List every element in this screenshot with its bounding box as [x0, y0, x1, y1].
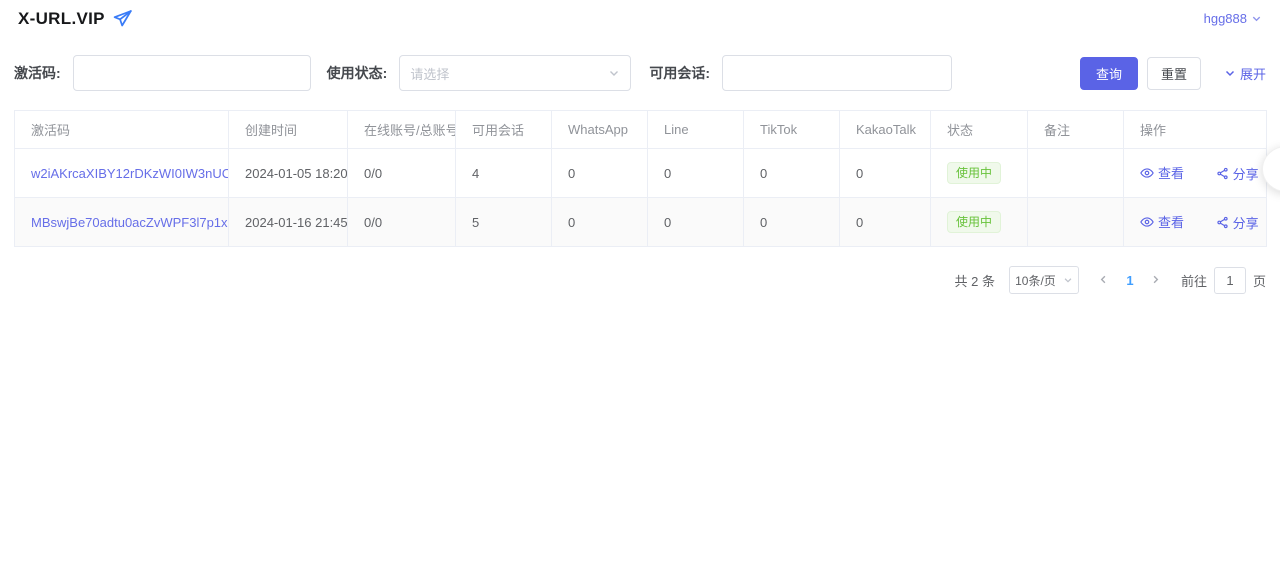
brand-logo: X-URL.VIP	[18, 8, 133, 29]
line-value: 0	[648, 198, 744, 247]
goto-page-input[interactable]	[1214, 267, 1246, 294]
goto-label: 前往	[1181, 271, 1207, 290]
sessions-label: 可用会话:	[649, 63, 710, 83]
page-number-1[interactable]: 1	[1117, 266, 1143, 294]
expand-label: 展开	[1240, 64, 1266, 83]
col-line: Line	[648, 111, 744, 149]
chevron-down-icon	[1251, 13, 1262, 24]
top-bar: X-URL.VIP hgg888	[0, 0, 1280, 29]
chevron-right-icon	[1150, 273, 1161, 288]
created-time: 2024-01-16 21:45:59	[229, 198, 348, 247]
page-size-select[interactable]: 10条/页	[1009, 266, 1079, 294]
expand-toggle[interactable]: 展开	[1224, 64, 1266, 83]
sessions-value: 5	[456, 198, 552, 247]
col-activation-code: 激活码	[15, 111, 229, 149]
share-label: 分享	[1233, 213, 1259, 232]
accounts-value: 0/0	[348, 149, 456, 198]
filter-usage-status: 使用状态: 请选择	[327, 55, 632, 91]
share-icon	[1216, 216, 1229, 229]
usage-status-label: 使用状态:	[327, 63, 388, 83]
remark-value	[1028, 149, 1124, 198]
goto-page: 前往 页	[1181, 267, 1266, 294]
col-actions: 操作	[1124, 111, 1267, 149]
whatsapp-value: 0	[552, 198, 648, 247]
next-page-button[interactable]	[1143, 266, 1169, 294]
prev-page-button[interactable]	[1091, 266, 1117, 294]
sessions-input[interactable]	[722, 55, 952, 91]
chevron-down-icon	[608, 67, 620, 79]
filter-bar: 激活码: 使用状态: 请选择 可用会话: 查询 重置 展开	[0, 55, 1280, 91]
col-sessions: 可用会话	[456, 111, 552, 149]
table-header-row: 激活码 创建时间 在线账号/总账号 可用会话 WhatsApp Line Tik…	[15, 111, 1267, 149]
view-button[interactable]: 查看	[1140, 212, 1184, 231]
table-row: MBswjBe70adtu0acZvWPF3l7p1xqXgoG 2024-01…	[15, 198, 1267, 247]
filter-activation-code: 激活码:	[14, 55, 311, 91]
activation-code-link[interactable]: w2iAKrcaXIBY12rDKzWI0IW3nUCpB8OG	[31, 166, 229, 181]
tiktok-value: 0	[744, 198, 840, 247]
share-icon	[1216, 167, 1229, 180]
whatsapp-value: 0	[552, 149, 648, 198]
activation-code-link[interactable]: MBswjBe70adtu0acZvWPF3l7p1xqXgoG	[31, 215, 229, 230]
col-accounts: 在线账号/总账号	[348, 111, 456, 149]
usage-status-placeholder: 请选择	[410, 64, 449, 83]
col-created-time: 创建时间	[229, 111, 348, 149]
kakaotalk-value: 0	[840, 149, 931, 198]
line-value: 0	[648, 149, 744, 198]
col-whatsapp: WhatsApp	[552, 111, 648, 149]
username: hgg888	[1204, 11, 1247, 26]
brand-name: X-URL.VIP	[18, 9, 105, 29]
chevron-down-icon	[1224, 67, 1236, 79]
page-size-value: 10条/页	[1015, 272, 1056, 289]
status-badge: 使用中	[947, 211, 1001, 233]
page-suffix-label: 页	[1253, 271, 1266, 290]
share-button[interactable]: 分享	[1216, 164, 1259, 183]
activation-code-input[interactable]	[73, 55, 311, 91]
table-row: w2iAKrcaXIBY12rDKzWI0IW3nUCpB8OG 2024-01…	[15, 149, 1267, 198]
eye-icon	[1140, 166, 1154, 180]
user-menu[interactable]: hgg888	[1204, 11, 1262, 26]
col-kakaotalk: KakaoTalk	[840, 111, 931, 149]
filter-sessions: 可用会话:	[649, 55, 952, 91]
filter-actions: 查询 重置 展开	[1080, 57, 1266, 90]
activation-code-label: 激活码:	[14, 63, 61, 83]
created-time: 2024-01-05 18:20:57	[229, 149, 348, 198]
col-tiktok: TikTok	[744, 111, 840, 149]
pagination-total: 共 2 条	[955, 271, 995, 290]
view-label: 查看	[1158, 212, 1184, 231]
chevron-left-icon	[1098, 273, 1109, 288]
sessions-value: 4	[456, 149, 552, 198]
share-label: 分享	[1233, 164, 1259, 183]
status-badge: 使用中	[947, 162, 1001, 184]
reset-button[interactable]: 重置	[1147, 57, 1201, 90]
activation-codes-table: 激活码 创建时间 在线账号/总账号 可用会话 WhatsApp Line Tik…	[14, 110, 1266, 247]
paper-plane-icon	[112, 8, 133, 29]
remark-value	[1028, 198, 1124, 247]
kakaotalk-value: 0	[840, 198, 931, 247]
query-button[interactable]: 查询	[1080, 57, 1138, 90]
col-status: 状态	[931, 111, 1028, 149]
col-remark: 备注	[1028, 111, 1124, 149]
pagination: 共 2 条 10条/页 1 前往 页	[14, 266, 1266, 294]
accounts-value: 0/0	[348, 198, 456, 247]
eye-icon	[1140, 215, 1154, 229]
share-button[interactable]: 分享	[1216, 213, 1259, 232]
tiktok-value: 0	[744, 149, 840, 198]
usage-status-select[interactable]: 请选择	[399, 55, 631, 91]
view-label: 查看	[1158, 163, 1184, 182]
chevron-down-icon	[1063, 275, 1073, 285]
view-button[interactable]: 查看	[1140, 163, 1184, 182]
